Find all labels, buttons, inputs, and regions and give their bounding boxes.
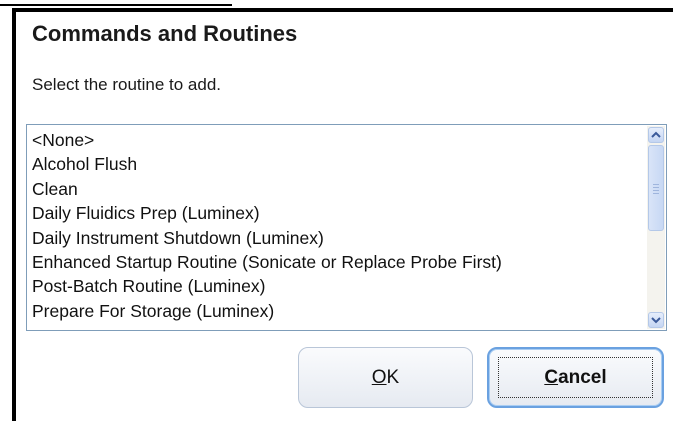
list-item-post-batch-routine[interactable]: Post-Batch Routine (Luminex) [32, 274, 644, 298]
list-item-prepare-for-storage[interactable]: Prepare For Storage (Luminex) [32, 299, 644, 323]
routine-listbox[interactable]: <None> Alcohol Flush Clean Daily Fluidic… [26, 124, 667, 331]
dialog-title: Commands and Routines [32, 21, 298, 46]
list-item-enhanced-startup-routine[interactable]: Enhanced Startup Routine (Sonicate or Re… [32, 250, 644, 274]
cancel-label-rest: ancel [558, 366, 607, 388]
cancel-button-label: Cancel [544, 367, 606, 389]
ok-label-rest: K [386, 366, 400, 388]
list-item-none[interactable]: <None> [32, 128, 644, 152]
list-item-daily-fluidics-prep[interactable]: Daily Fluidics Prep (Luminex) [32, 201, 644, 225]
dialog-left-border [12, 8, 16, 421]
scroll-down-button[interactable] [648, 312, 664, 328]
scroll-up-button[interactable] [648, 127, 664, 143]
chevron-up-icon [651, 131, 661, 138]
cancel-button[interactable]: Cancel [487, 347, 664, 408]
ok-accelerator-key: O [371, 366, 387, 388]
commands-and-routines-dialog: Commands and Routines Select the routine… [0, 0, 673, 421]
dialog-prompt: Select the routine to add. [32, 75, 222, 94]
ok-button-label: OK [372, 367, 399, 389]
cut-off-heading-fragment [0, 0, 232, 7]
cancel-accelerator-key: C [544, 366, 559, 388]
routine-list: <None> Alcohol Flush Clean Daily Fluidic… [32, 128, 644, 323]
list-item-daily-instrument-shutdown[interactable]: Daily Instrument Shutdown (Luminex) [32, 226, 644, 250]
ok-button[interactable]: OK [298, 347, 473, 408]
list-item-clean[interactable]: Clean [32, 177, 644, 201]
dialog-top-border [12, 8, 673, 12]
list-item-alcohol-flush[interactable]: Alcohol Flush [32, 152, 644, 176]
vertical-scrollbar[interactable] [647, 126, 665, 329]
chevron-down-icon [651, 317, 661, 324]
scrollbar-thumb[interactable] [648, 145, 664, 231]
